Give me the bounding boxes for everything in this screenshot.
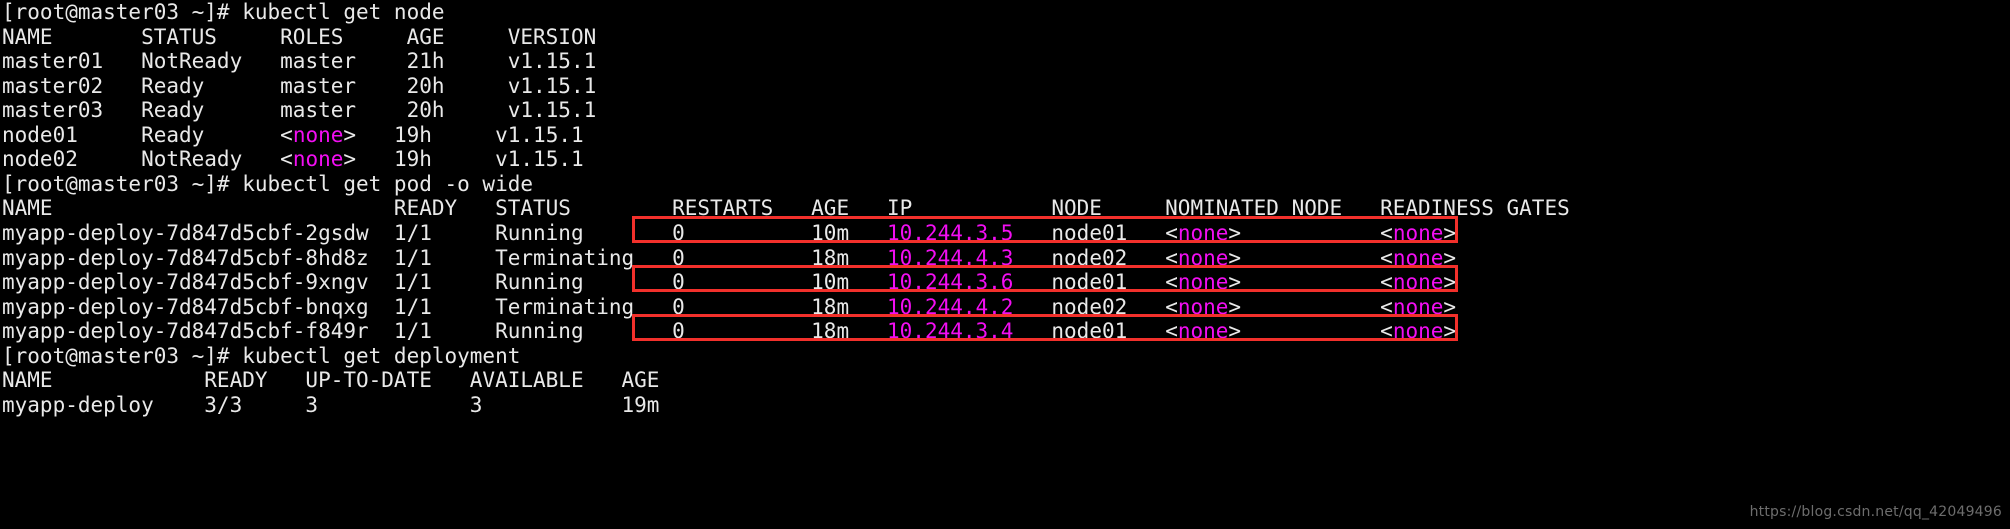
pod-ip: 10.244.3.6 (887, 270, 1052, 295)
node-roles-none-3-bracket-open: < (280, 122, 293, 147)
node-table-row: node01 Ready <none> 19h v1.15.1 (2, 123, 584, 148)
pod-table-row: myapp-deploy-7d847d5cbf-bnqxg 1/1 Termin… (2, 295, 1456, 320)
pod-nominated-none-4-bracket-open: < (1165, 319, 1178, 344)
pod-readiness-none-0-value: none (1392, 220, 1444, 245)
deployment-table-header: NAME READY UP-TO-DATE AVAILABLE AGE (2, 368, 660, 393)
pod-table-header: NAME READY STATUS RESTARTS AGE IP NODE N… (2, 196, 1570, 221)
pod-nominated-none-3-value: none (1177, 294, 1229, 319)
node-roles-age-version: master 20h v1.15.1 (280, 98, 597, 123)
node-age-version: 19h v1.15.1 (356, 147, 584, 172)
pod-nominated-none-4-value: none (1177, 319, 1229, 344)
node-table-header: NAME STATUS ROLES AGE VERSION (2, 24, 597, 49)
pod-ip: 10.244.3.4 (887, 319, 1052, 344)
pod-readiness-none-3-value: none (1392, 294, 1444, 319)
pod-readiness-none-3-bracket-close: > (1443, 294, 1457, 319)
pod-name-ready-status-restarts-age: myapp-deploy-7d847d5cbf-2gsdw 1/1 Runnin… (2, 220, 888, 245)
pod-name-ready-status-restarts-age: myapp-deploy-7d847d5cbf-f849r 1/1 Runnin… (2, 319, 888, 344)
pod-table-row: myapp-deploy-7d847d5cbf-2gsdw 1/1 Runnin… (2, 221, 1456, 246)
node-roles-none-3-bracket-close: > (343, 122, 357, 147)
deployment-row-values: myapp-deploy 3/3 3 3 19m (2, 392, 660, 417)
pod-nominated-none-3-bracket-open: < (1165, 294, 1178, 319)
pod-table-row: myapp-deploy-7d847d5cbf-9xngv 1/1 Runnin… (2, 270, 1456, 295)
pod-node: node01 (1051, 270, 1166, 295)
pod-table-row: myapp-deploy-7d847d5cbf-8hd8z 1/1 Termin… (2, 246, 1456, 271)
pod-node: node02 (1051, 294, 1166, 319)
command-line-get-pod: [root@master03 ~]# kubectl get pod -o wi… (2, 171, 534, 196)
node-age-version: 19h v1.15.1 (356, 122, 584, 147)
node-roles-none-4-value: none (292, 147, 344, 172)
pod-nominated-none-2-value: none (1177, 270, 1229, 295)
command-line-get-deployment: [root@master03 ~]# kubectl get deploymen… (2, 343, 521, 368)
pod-node: node01 (1051, 319, 1166, 344)
node-table-row: node02 NotReady <none> 19h v1.15.1 (2, 147, 584, 172)
pod-readiness-none-1-value: none (1392, 245, 1444, 270)
pod-readiness-none-4-bracket-close: > (1443, 319, 1457, 344)
node-roles-none-4-bracket-close: > (343, 147, 357, 172)
pod-nominated-none-0-bracket-open: < (1165, 220, 1178, 245)
node-table-row: master02 Ready master 20h v1.15.1 (2, 74, 596, 99)
node-roles-none-3-value: none (292, 122, 344, 147)
pod-readiness-none-2-bracket-close: > (1443, 270, 1457, 295)
pod-nominated-none-4-bracket-close: > (1228, 319, 1242, 344)
pod-readiness-none-0-bracket-close: > (1443, 220, 1457, 245)
pod-name-ready-status-restarts-age: myapp-deploy-7d847d5cbf-8hd8z 1/1 Termin… (2, 245, 888, 270)
node-name-status: master03 Ready (2, 98, 281, 123)
pod-readiness-none-4-bracket-open: < (1380, 319, 1393, 344)
pod-ip: 10.244.4.3 (887, 245, 1052, 270)
watermark: https://blog.csdn.net/qq_42049496 (1749, 504, 2002, 521)
pod-gap (1241, 221, 1380, 245)
pod-nominated-none-1-bracket-open: < (1165, 245, 1178, 270)
pod-readiness-none-3-bracket-open: < (1380, 294, 1393, 319)
pod-ip: 10.244.4.2 (887, 294, 1052, 319)
pod-readiness-none-2-value: none (1392, 270, 1444, 295)
pod-readiness-none-2-bracket-open: < (1380, 270, 1393, 295)
pod-table-row: myapp-deploy-7d847d5cbf-f849r 1/1 Runnin… (2, 319, 1456, 344)
node-table-row: master03 Ready master 20h v1.15.1 (2, 98, 596, 123)
pod-node: node02 (1051, 245, 1166, 270)
node-table-header-row: NAME STATUS ROLES AGE VERSION (2, 25, 596, 50)
terminal-window[interactable]: [root@master03 ~]# kubectl get node NAME … (0, 0, 2010, 529)
pod-readiness-none-0-bracket-open: < (1380, 220, 1393, 245)
pod-gap (1241, 270, 1380, 294)
pod-readiness-none-4-value: none (1392, 319, 1444, 344)
deployment-table-row: myapp-deploy 3/3 3 3 19m (2, 393, 659, 418)
pod-gap (1241, 246, 1380, 270)
node-roles-none-4-bracket-open: < (280, 147, 293, 172)
prompt-line-3: [root@master03 ~]# kubectl get deploymen… (2, 344, 520, 369)
node-name-status: node02 NotReady (2, 147, 281, 172)
pod-nominated-none-0-bracket-close: > (1228, 220, 1242, 245)
pod-node: node01 (1051, 220, 1166, 245)
deployment-table-header-row: NAME READY UP-TO-DATE AVAILABLE AGE (2, 368, 659, 393)
pod-ip: 10.244.3.5 (887, 220, 1052, 245)
pod-table-header-row: NAME READY STATUS RESTARTS AGE IP NODE N… (2, 196, 1570, 221)
pod-nominated-none-0-value: none (1177, 220, 1229, 245)
node-name-status: node01 Ready (2, 122, 281, 147)
pod-gap (1241, 295, 1380, 319)
node-table-row: master01 NotReady master 21h v1.15.1 (2, 49, 596, 74)
command-line-get-node: [root@master03 ~]# kubectl get node (2, 0, 445, 24)
pod-nominated-none-1-value: none (1177, 245, 1229, 270)
node-roles-age-version: master 21h v1.15.1 (280, 49, 597, 74)
node-name-status: master01 NotReady (2, 49, 281, 74)
pod-readiness-none-1-bracket-open: < (1380, 245, 1393, 270)
pod-gap (1241, 319, 1380, 343)
pod-nominated-none-2-bracket-close: > (1228, 270, 1242, 295)
pod-name-ready-status-restarts-age: myapp-deploy-7d847d5cbf-bnqxg 1/1 Termin… (2, 294, 888, 319)
pod-readiness-none-1-bracket-close: > (1443, 245, 1457, 270)
pod-nominated-none-3-bracket-close: > (1228, 294, 1242, 319)
pod-name-ready-status-restarts-age: myapp-deploy-7d847d5cbf-9xngv 1/1 Runnin… (2, 270, 888, 295)
node-name-status: master02 Ready (2, 73, 281, 98)
prompt-line-1: [root@master03 ~]# kubectl get node (2, 0, 445, 25)
node-roles-age-version: master 20h v1.15.1 (280, 73, 597, 98)
pod-nominated-none-2-bracket-open: < (1165, 270, 1178, 295)
prompt-line-2: [root@master03 ~]# kubectl get pod -o wi… (2, 172, 533, 197)
pod-nominated-none-1-bracket-close: > (1228, 245, 1242, 270)
